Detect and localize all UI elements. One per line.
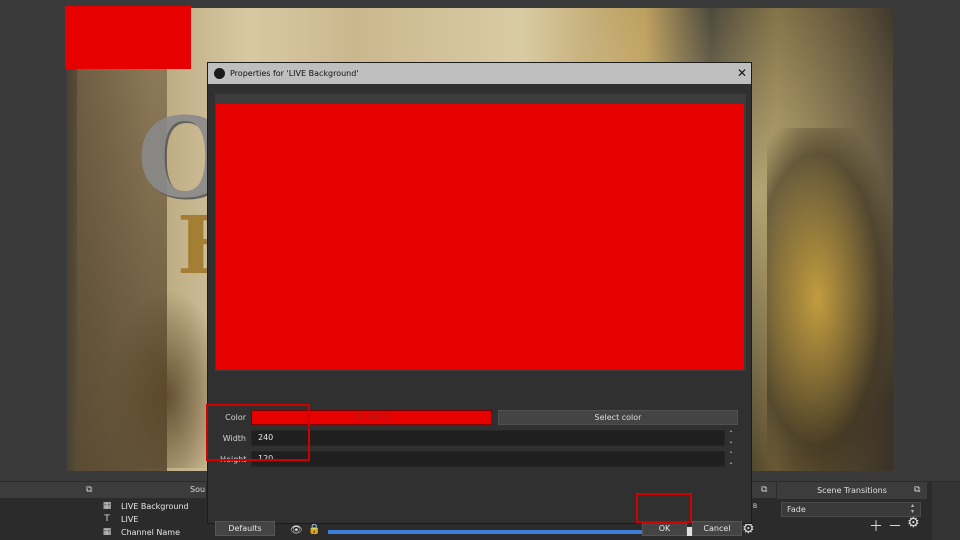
transition-select[interactable]: Fade xyxy=(781,502,921,517)
cancel-button[interactable]: Cancel xyxy=(692,521,742,536)
source-label: LIVE xyxy=(121,515,139,524)
db-label: B xyxy=(753,503,758,510)
scene-transitions-title: Scene Transitions xyxy=(777,482,927,499)
highlight-box-ok-button xyxy=(636,493,692,523)
dialog-title: Properties for 'LIVE Background' xyxy=(230,69,359,78)
background-artwork-knight xyxy=(767,128,893,471)
sources-dock-title: Sou xyxy=(190,485,206,494)
height-input[interactable]: 120 xyxy=(251,451,725,467)
controls-dock xyxy=(932,482,960,540)
minus-icon[interactable]: － xyxy=(888,516,902,536)
defaults-button[interactable]: Defaults xyxy=(215,521,275,536)
width-input[interactable]: 240 xyxy=(251,430,725,446)
obs-logo-icon xyxy=(214,68,225,79)
scenes-dock-header xyxy=(0,482,206,498)
dialog-titlebar[interactable]: Properties for 'LIVE Background' ✕ xyxy=(208,63,751,84)
live-background-source-preview[interactable] xyxy=(65,6,191,69)
image-icon: ▦ xyxy=(102,527,112,537)
height-stepper[interactable]: ⌃ ⌄ xyxy=(725,451,737,467)
undock-icon[interactable]: ⧉ xyxy=(761,485,767,495)
lock-icon[interactable]: 🔒 xyxy=(308,524,320,535)
eye-icon[interactable]: 👁 xyxy=(290,525,303,536)
image-icon: ▦ xyxy=(102,501,112,511)
highlight-box-size-fields xyxy=(206,404,310,461)
gear-icon[interactable]: ⚙ xyxy=(907,515,920,531)
source-label: Channel Name xyxy=(121,528,180,537)
color-source-preview xyxy=(216,104,744,370)
select-color-button[interactable]: Select color xyxy=(498,410,738,425)
plus-icon[interactable]: ＋ xyxy=(869,516,883,536)
undock-icon[interactable]: ⧉ xyxy=(914,485,920,495)
undock-icon[interactable]: ⧉ xyxy=(86,485,92,495)
ok-button[interactable]: OK xyxy=(642,521,687,536)
chevron-updown-icon: ▴ ▾ xyxy=(911,502,915,515)
text-icon: T xyxy=(104,514,110,524)
source-label: LIVE Background xyxy=(121,502,189,511)
close-icon[interactable]: ✕ xyxy=(734,65,750,81)
width-stepper[interactable]: ⌃ ⌄ xyxy=(725,430,737,446)
